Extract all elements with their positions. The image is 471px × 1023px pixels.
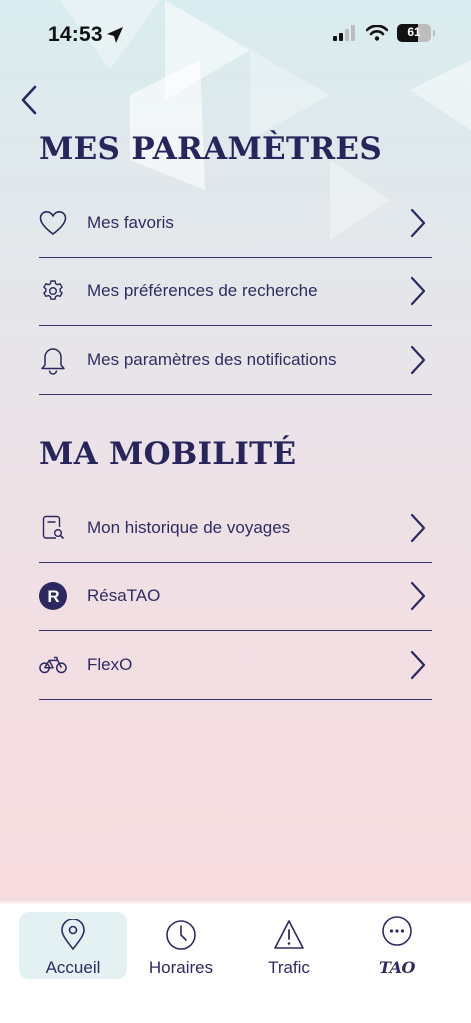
back-button[interactable] bbox=[18, 82, 42, 118]
status-time: 14:53 bbox=[48, 23, 103, 46]
tab-trafic[interactable]: Trafic bbox=[235, 912, 343, 979]
chevron-right-icon bbox=[410, 208, 426, 237]
svg-text:R: R bbox=[47, 587, 59, 606]
history-icon bbox=[39, 514, 67, 542]
menu-item-label: Mes favoris bbox=[87, 212, 174, 232]
settings-list: Mes favoris Mes préférences de recherche… bbox=[39, 189, 432, 395]
warning-icon bbox=[274, 920, 304, 949]
location-arrow-icon bbox=[107, 27, 123, 43]
battery-level: 61 bbox=[407, 25, 421, 39]
battery-indicator: 61 bbox=[397, 24, 435, 42]
bell-icon bbox=[39, 346, 67, 375]
menu-item-label: Mon historique de voyages bbox=[87, 517, 291, 537]
location-pin-icon bbox=[61, 919, 85, 951]
tab-bar: Accueil Horaires Trafic TAO bbox=[0, 904, 471, 1023]
menu-item-notifications[interactable]: Mes paramètres des notifications bbox=[39, 326, 432, 395]
bike-icon bbox=[39, 651, 67, 679]
tao-logo: TAO bbox=[379, 958, 415, 977]
mobility-list: Mon historique de voyages R RésaTAO Flex… bbox=[39, 494, 432, 700]
tab-horaires[interactable]: Horaires bbox=[127, 912, 235, 979]
chevron-right-icon bbox=[410, 650, 426, 679]
menu-item-historique[interactable]: Mon historique de voyages bbox=[39, 494, 432, 563]
chevron-right-icon bbox=[410, 513, 426, 542]
section-title-parametres: MES PARAMÈTRES bbox=[39, 131, 383, 167]
chevron-right-icon bbox=[410, 345, 426, 374]
chevron-right-icon bbox=[410, 582, 426, 611]
tab-label: Accueil bbox=[45, 958, 101, 977]
signal-icon bbox=[333, 25, 355, 41]
resatao-icon: R bbox=[39, 582, 67, 611]
tab-label: Horaires bbox=[148, 958, 214, 977]
status-right: 61 bbox=[333, 24, 435, 42]
heart-icon bbox=[39, 209, 67, 237]
menu-item-label: Mes préférences de recherche bbox=[87, 281, 318, 301]
tab-label: Trafic bbox=[268, 958, 310, 977]
chevron-right-icon bbox=[410, 277, 426, 306]
status-bar: 14:53 61 bbox=[0, 0, 471, 70]
menu-item-resatao[interactable]: R RésaTAO bbox=[39, 563, 432, 631]
tab-accueil[interactable]: Accueil bbox=[19, 912, 127, 979]
menu-item-flexo[interactable]: FlexO bbox=[39, 631, 432, 700]
menu-item-preferences[interactable]: Mes préférences de recherche bbox=[39, 258, 432, 326]
menu-item-favoris[interactable]: Mes favoris bbox=[39, 189, 432, 258]
gear-icon bbox=[39, 277, 67, 305]
menu-item-label: Mes paramètres des notifications bbox=[87, 349, 337, 369]
tab-tao[interactable]: TAO bbox=[343, 912, 451, 979]
section-title-mobilite: MA MOBILITÉ bbox=[39, 436, 297, 472]
menu-item-label: RésaTAO bbox=[87, 586, 161, 606]
clock-icon bbox=[166, 920, 196, 950]
menu-item-label: FlexO bbox=[87, 654, 133, 674]
more-icon bbox=[382, 916, 412, 946]
wifi-icon bbox=[366, 25, 388, 41]
